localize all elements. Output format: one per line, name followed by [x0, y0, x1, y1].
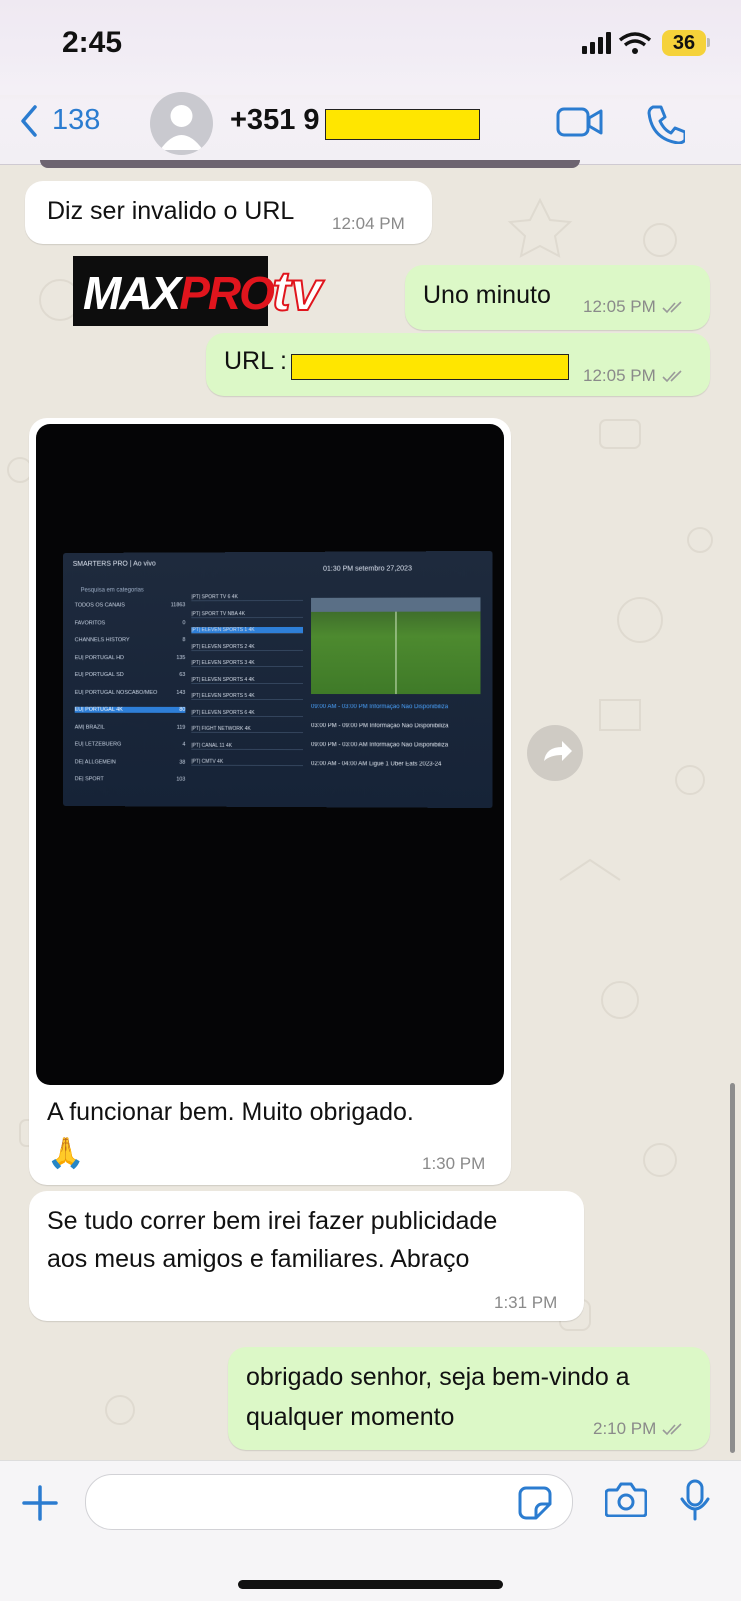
message-text-line2: qualquer momento [246, 1403, 455, 1431]
message-time: 12:05 PM [583, 366, 686, 386]
message-text: Uno minuto [423, 281, 551, 309]
maxpro-logo: MAXPRO [73, 256, 275, 326]
pray-emoji: 🙏 [47, 1137, 85, 1170]
tv-channel-item: |PT| CMTV 4K [191, 758, 304, 767]
message-text-line1: Se tudo correr bem irei fazer publicidad… [47, 1207, 498, 1235]
tv-epg-item: 09:00 AM - 03:00 PM Informação Não Dispo… [311, 704, 449, 711]
tv-app-title: SMARTERS PRO | Ao vivo [72, 560, 156, 568]
tv-category-item: TODOS OS CANAIS 11863 [74, 602, 186, 609]
message-time: 12:04 PM [332, 214, 405, 233]
home-indicator [238, 1580, 503, 1589]
message-text-line1: obrigado senhor, seja bem-vindo a [246, 1363, 630, 1391]
tv-category-item: AM| BRAZIL 119 [74, 724, 186, 731]
tv-preview-football [311, 597, 481, 695]
message-time: 2:10 PM [593, 1419, 686, 1439]
message-bubble-outgoing[interactable]: Uno minuto 12:05 PM [405, 265, 710, 330]
scrollbar[interactable] [730, 1083, 735, 1453]
video-call-icon[interactable] [556, 106, 604, 138]
tv-channel-item: |PT| ELEVEN SPORTS 2 4K [191, 643, 304, 651]
back-button[interactable]: 138 [20, 104, 100, 137]
tv-epg-item: 03:00 PM - 09:00 PM Informação Não Dispo… [311, 723, 449, 730]
tv-channel-item: |PT| ELEVEN SPORTS 1 4K [191, 626, 304, 635]
tv-screen: SMARTERS PRO | Ao vivo 01:30 PM setembro… [62, 550, 493, 809]
sticker-icon[interactable] [518, 1486, 552, 1520]
tv-category-item: DE| SPORT 103 [74, 776, 186, 783]
read-ticks-icon [662, 300, 682, 313]
tv-epg-list: 09:00 AM - 03:00 PM Informação Não Dispo… [63, 551, 493, 768]
tv-channel-item: |PT| FIGHT NETWORK 4K [191, 725, 304, 734]
tv-channel-item: |PT| SPORT TV NBA 4K [191, 610, 304, 618]
camera-icon[interactable] [605, 1481, 647, 1517]
forward-button[interactable] [527, 725, 583, 781]
microphone-icon[interactable] [680, 1479, 710, 1521]
logo-tv-mark: tv [271, 258, 323, 323]
tv-category-item: EU| LETZEBUERG 4 [74, 741, 186, 748]
message-bubble-incoming[interactable]: Se tudo correr bem irei fazer publicidad… [29, 1191, 584, 1321]
tv-category-list: TODOS OS CANAIS 11863 FAVORITOS 0 CHANNELS H… [63, 551, 493, 783]
tv-category-item: EU| PORTUGAL 4K 80 [74, 706, 186, 713]
chevron-left-icon [21, 104, 37, 137]
message-text: Diz ser invalido o URL [47, 197, 295, 225]
tv-channel-item: |PT| ELEVEN SPORTS 3 4K [191, 659, 304, 668]
message-time: 1:30 PM [422, 1154, 486, 1173]
tv-category-item: FAVORITOS 0 [74, 619, 186, 626]
message-bubble-incoming[interactable]: Diz ser invalido o URL 12:04 PM [25, 181, 432, 244]
message-bubble-outgoing[interactable]: URL : 12:05 PM [206, 333, 710, 396]
photo-attachment[interactable]: SMARTERS PRO | Ao vivo 01:30 PM setembro… [36, 424, 504, 1085]
person-icon [160, 105, 203, 150]
tv-channel-item: |PT| CANAL 11 4K [191, 742, 304, 750]
tv-category-item: EU| PORTUGAL SD 63 [74, 672, 186, 679]
read-ticks-icon [662, 369, 682, 382]
compose-bar [0, 1460, 741, 1601]
tv-epg-item: 09:00 PM - 03:00 AM Informação Não Dispo… [311, 742, 449, 749]
tv-channel-item: |PT| ELEVEN SPORTS 5 4K [191, 692, 304, 701]
signal-wifi-icon [582, 32, 652, 54]
tv-clock: 01:30 PM setembro 27,2023 [323, 565, 412, 573]
back-count: 138 [52, 104, 101, 136]
tv-search: Pesquisa em categorias [80, 587, 144, 594]
logo-text: MAXPRO [83, 267, 275, 319]
tv-category-item: EU| PORTUGAL HD 135 [74, 654, 186, 661]
tv-channel-item: |PT| ELEVEN SPORTS 4 4K [191, 676, 304, 684]
tv-channel-item: |PT| ELEVEN SPORTS 6 4K [191, 709, 304, 717]
message-input[interactable] [85, 1474, 573, 1530]
forward-arrow-icon [544, 741, 572, 761]
redaction-box [291, 354, 569, 380]
tv-channel-list: |PT| SPORT TV 6 4K |PT| SPORT TV NBA 4K |P… [63, 551, 493, 767]
tv-epg-item: 02:00 AM - 04:00 AM Ligue 1 Uber Eats 20… [311, 761, 442, 768]
tv-channel-item: |PT| SPORT TV 6 4K [191, 593, 304, 602]
tv-category-item: CHANNELS HISTORY 8 [74, 637, 186, 644]
redaction-box [325, 109, 480, 140]
avatar[interactable] [150, 92, 213, 155]
message-bubble-outgoing[interactable]: obrigado senhor, seja bem-vindo a qualqu… [228, 1347, 710, 1450]
previous-media-edge [40, 160, 580, 168]
battery-tip [707, 38, 710, 47]
message-text: A funcionar bem. Muito obrigado. [47, 1098, 414, 1126]
plus-icon[interactable] [22, 1485, 58, 1521]
contact-name[interactable]: +351 9 [230, 104, 320, 137]
status-time: 2:45 [62, 26, 123, 59]
chat-header: 138 +351 9 [0, 60, 741, 165]
tv-category-item: EU| PORTUGAL NOSCABO/MEO 143 [74, 689, 186, 696]
message-time: 12:05 PM [583, 297, 686, 317]
tv-category-item: DE| ALLGEMEIN 38 [74, 758, 186, 766]
message-text-line2: aos meus amigos e familiares. Abraço [47, 1245, 470, 1273]
read-ticks-icon [662, 1422, 682, 1435]
message-time: 1:31 PM [494, 1293, 558, 1312]
battery-icon: 36 [662, 30, 706, 56]
phone-icon[interactable] [645, 104, 685, 144]
message-text: URL : [224, 347, 287, 375]
